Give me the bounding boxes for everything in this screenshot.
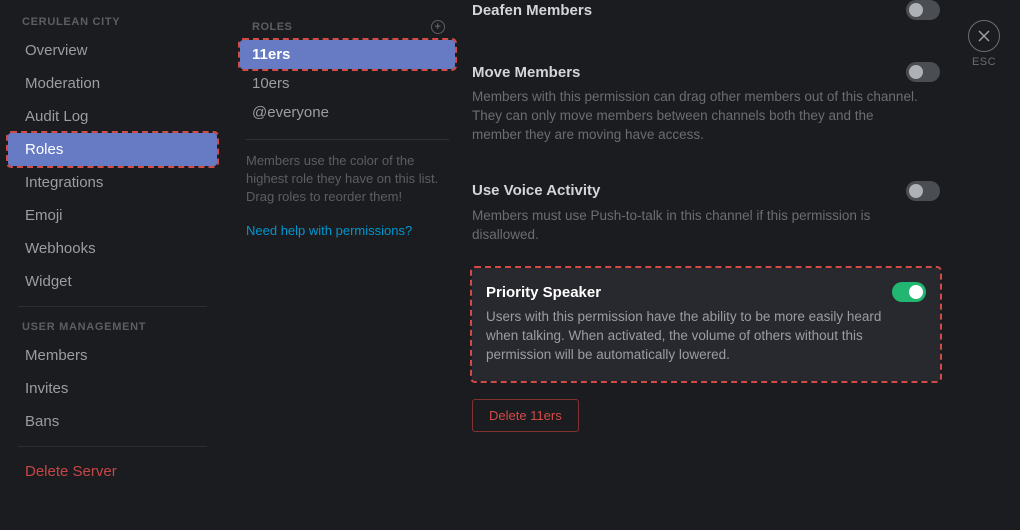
permissions-help-link[interactable]: Need help with permissions? <box>240 207 455 238</box>
sidebar-item-webhooks[interactable]: Webhooks <box>0 232 225 265</box>
role-item-everyone[interactable]: @everyone <box>240 98 455 127</box>
roles-heading-label: ROLES <box>252 21 292 33</box>
sidebar-item-overview[interactable]: Overview <box>0 34 225 67</box>
role-item-11ers[interactable]: 11ers <box>240 40 455 69</box>
x-icon <box>977 29 991 43</box>
permission-title: Deafen Members <box>472 2 592 19</box>
permissions-column: Deafen Members Move Members Members with… <box>472 0 940 530</box>
sidebar-item-members[interactable]: Members <box>0 339 225 372</box>
permission-priority-speaker: Priority Speaker Users with this permiss… <box>472 268 940 381</box>
sidebar-item-moderation[interactable]: Moderation <box>0 67 225 100</box>
divider <box>18 446 207 447</box>
permission-deafen-members: Deafen Members <box>472 0 940 38</box>
sidebar-item-integrations[interactable]: Integrations <box>0 166 225 199</box>
permission-description: Members must use Push-to-talk in this ch… <box>472 207 940 245</box>
divider <box>18 306 207 307</box>
sidebar-item-emoji[interactable]: Emoji <box>0 199 225 232</box>
roles-hint-text: Members use the color of the highest rol… <box>240 152 455 207</box>
permission-use-voice-activity: Use Voice Activity Members must use Push… <box>472 181 940 263</box>
sidebar-item-invites[interactable]: Invites <box>0 372 225 405</box>
permission-title: Use Voice Activity <box>472 182 600 199</box>
sidebar-item-bans[interactable]: Bans <box>0 405 225 438</box>
sidebar-item-audit-log[interactable]: Audit Log <box>0 100 225 133</box>
server-name-heading: CERULEAN CITY <box>0 10 225 34</box>
permission-title: Priority Speaker <box>486 284 601 301</box>
user-management-heading: USER MANAGEMENT <box>0 315 225 339</box>
toggle-deafen-members[interactable] <box>906 0 940 20</box>
roles-column: ROLES + 11ers 10ers @everyone Members us… <box>240 0 455 530</box>
permission-description: Users with this permission have the abil… <box>486 308 926 365</box>
permission-description: Members with this permission can drag ot… <box>472 88 940 145</box>
sidebar-item-roles[interactable]: Roles <box>8 133 217 166</box>
roles-header: ROLES + <box>240 0 455 40</box>
sidebar-item-delete-server[interactable]: Delete Server <box>0 455 225 488</box>
add-role-button[interactable]: + <box>431 20 445 34</box>
permission-move-members: Move Members Members with this permissio… <box>472 62 940 163</box>
divider <box>246 139 449 140</box>
sidebar-item-widget[interactable]: Widget <box>0 265 225 298</box>
delete-role-button[interactable]: Delete 11ers <box>472 399 579 432</box>
close-icon <box>968 20 1000 52</box>
plus-icon: + <box>435 21 442 33</box>
permission-title: Move Members <box>472 64 580 81</box>
close-settings[interactable]: ESC <box>968 20 1000 68</box>
settings-sidebar: CERULEAN CITY Overview Moderation Audit … <box>0 0 225 530</box>
role-item-10ers[interactable]: 10ers <box>240 69 455 98</box>
toggle-use-voice-activity[interactable] <box>906 181 940 201</box>
toggle-move-members[interactable] <box>906 62 940 82</box>
toggle-priority-speaker[interactable] <box>892 282 926 302</box>
esc-label: ESC <box>968 56 1000 68</box>
